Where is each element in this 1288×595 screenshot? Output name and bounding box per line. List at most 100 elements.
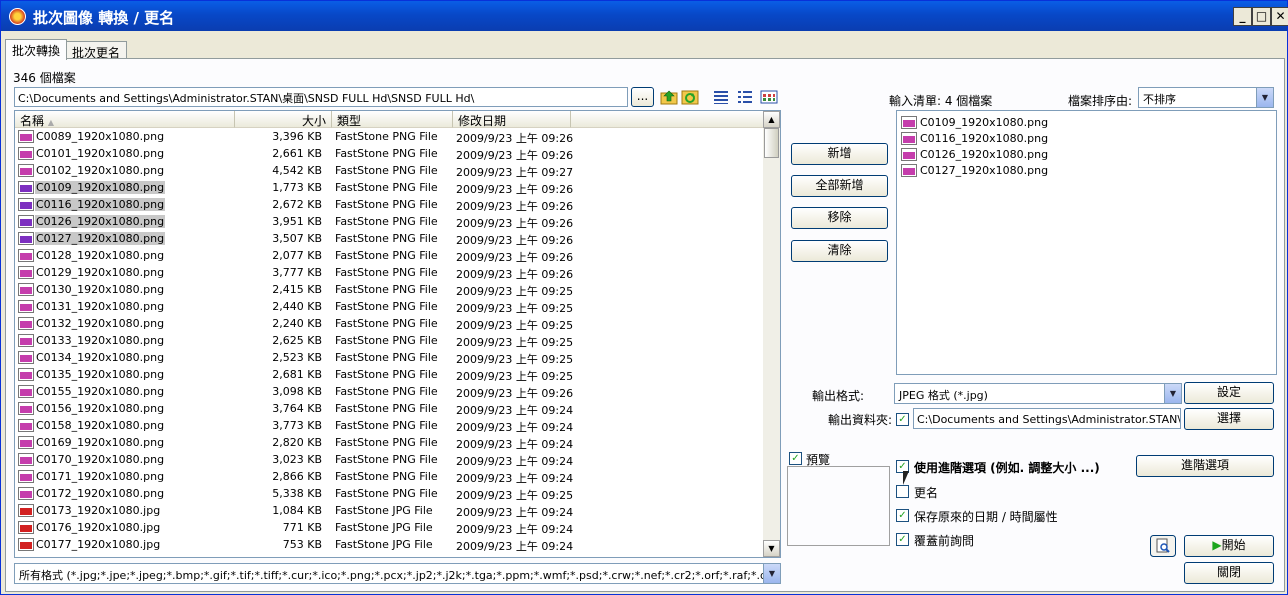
file-type: FastStone PNG File [335, 249, 438, 262]
png-file-icon [18, 181, 34, 194]
png-file-icon [18, 147, 34, 160]
tab-batch-rename[interactable]: 批次更名 [65, 41, 128, 60]
table-row[interactable]: C0173_1920x1080.jpg 1,084 KB FastStone JPG… [15, 502, 765, 519]
table-row[interactable]: C0169_1920x1080.png 2,820 KB FastStone PNG… [15, 434, 765, 451]
table-row[interactable]: C0127_1920x1080.png 3,507 KB FastStone PNG… [15, 230, 765, 247]
file-size: 3,507 KB [272, 232, 322, 245]
table-row[interactable]: C0158_1920x1080.png 3,773 KB FastStone PNG… [15, 417, 765, 434]
file-filter-combo[interactable]: 所有格式 (*.jpg;*.jpe;*.jpeg;*.bmp;*.gif;*.t… [14, 563, 781, 584]
table-row[interactable]: C0116_1920x1080.png 2,672 KB FastStone PNG… [15, 196, 765, 213]
png-file-icon [901, 132, 917, 145]
column-type-header[interactable]: 類型 [332, 111, 453, 128]
settings-button[interactable]: 設定 [1184, 382, 1274, 404]
file-size: 753 KB [282, 538, 322, 551]
png-file-icon [18, 266, 34, 279]
start-button[interactable]: ▶開始 [1184, 535, 1274, 557]
file-name: C0109_1920x1080.png [35, 181, 166, 194]
table-row[interactable]: C0109_1920x1080.png 1,773 KB FastStone PNG… [15, 179, 765, 196]
file-type: FastStone PNG File [335, 130, 438, 143]
scroll-down-icon[interactable]: ▼ [763, 540, 780, 557]
preview-search-icon[interactable] [1150, 535, 1176, 557]
png-file-icon [18, 385, 34, 398]
png-file-icon [901, 116, 917, 129]
title-bar: 批次圖像 轉換 / 更名 _ □ ✕ [1, 1, 1288, 31]
table-row[interactable]: C0128_1920x1080.png 2,077 KB FastStone PNG… [15, 247, 765, 264]
file-list[interactable]: 名稱 ▲ 大小 類型 修改日期 C0089_1920x1080.png 3,396… [14, 110, 781, 558]
table-row[interactable]: C0133_1920x1080.png 2,625 KB FastStone PNG… [15, 332, 765, 349]
file-name: C0158_1920x1080.png [36, 419, 165, 432]
chevron-down-icon[interactable]: ▼ [1164, 384, 1181, 403]
file-size: 2,077 KB [272, 249, 322, 262]
file-size: 3,773 KB [272, 419, 322, 432]
file-type: FastStone PNG File [335, 164, 438, 177]
table-row[interactable]: C0155_1920x1080.png 3,098 KB FastStone PNG… [15, 383, 765, 400]
chevron-down-icon[interactable]: ▼ [1256, 88, 1273, 107]
table-row[interactable]: C0135_1920x1080.png 2,681 KB FastStone PNG… [15, 366, 765, 383]
file-name: C0155_1920x1080.png [36, 385, 165, 398]
close-button[interactable]: 關閉 [1184, 562, 1274, 584]
remove-button[interactable]: 移除 [791, 207, 888, 229]
path-field[interactable]: C:\Documents and Settings\Administrator.… [14, 87, 628, 107]
clear-button[interactable]: 清除 [791, 240, 888, 262]
jpg-file-icon [18, 538, 34, 551]
file-size: 2,866 KB [272, 470, 322, 483]
ask-overwrite-checkbox[interactable]: ✓ [896, 533, 909, 546]
scroll-thumb[interactable] [764, 128, 779, 158]
column-date-header[interactable]: 修改日期 [453, 111, 571, 128]
folder-up-icon[interactable] [660, 88, 678, 106]
refresh-icon[interactable] [681, 88, 699, 106]
rename-checkbox[interactable] [896, 485, 909, 498]
png-file-icon [18, 453, 34, 466]
file-date: 2009/9/23 上午 09:25 [456, 319, 574, 332]
tab-batch-convert[interactable]: 批次轉換 [5, 39, 68, 60]
table-row[interactable]: C0177_1920x1080.jpg 753 KB FastStone JPG F… [15, 536, 765, 553]
add-all-button[interactable]: 全部新增 [791, 175, 888, 197]
table-row[interactable]: C0130_1920x1080.png 2,415 KB FastStone PNG… [15, 281, 765, 298]
table-row[interactable]: C0172_1920x1080.png 5,338 KB FastStone PNG… [15, 485, 765, 502]
minimize-button[interactable]: _ [1233, 7, 1252, 26]
table-row[interactable]: C0176_1920x1080.jpg 771 KB FastStone JPG F… [15, 519, 765, 536]
sort-label: 檔案排序由: [1068, 94, 1133, 108]
table-row[interactable]: C0129_1920x1080.png 3,777 KB FastStone PNG… [15, 264, 765, 281]
table-row[interactable]: C0170_1920x1080.png 3,023 KB FastStone PNG… [15, 451, 765, 468]
advanced-options-button[interactable]: 進階選項 [1136, 455, 1274, 477]
table-row[interactable]: C0102_1920x1080.png 4,542 KB FastStone PNG… [15, 162, 765, 179]
list-view-icon[interactable] [736, 88, 754, 106]
main-panel: 346 個檔案 C:\Documents and Settings\Admini… [5, 58, 1285, 592]
add-button[interactable]: 新增 [791, 143, 888, 165]
chevron-down-icon[interactable]: ▼ [763, 564, 780, 583]
batch-convert-window: 批次圖像 轉換 / 更名 _ □ ✕ 批次轉換 批次更名 346 個檔案 C:\… [0, 0, 1288, 595]
table-row[interactable]: C0089_1920x1080.png 3,396 KB FastStone PNG… [15, 128, 765, 145]
table-row[interactable]: C0171_1920x1080.png 2,866 KB FastStone PNG… [15, 468, 765, 485]
output-folder-field[interactable]: C:\Documents and Settings\Administrator.… [913, 408, 1181, 429]
close-window-button[interactable]: ✕ [1271, 7, 1288, 26]
png-file-icon [18, 215, 34, 228]
png-file-icon [18, 300, 34, 313]
choose-folder-button[interactable]: 選擇 [1184, 408, 1274, 430]
table-row[interactable]: C0131_1920x1080.png 2,440 KB FastStone PNG… [15, 298, 765, 315]
scroll-up-icon[interactable]: ▲ [763, 111, 780, 128]
table-row[interactable]: C0101_1920x1080.png 2,661 KB FastStone PNG… [15, 145, 765, 162]
browse-button[interactable]: ... [631, 87, 654, 107]
output-format-combo[interactable]: JPEG 格式 (*.jpg) ▼ [894, 383, 1182, 404]
table-row[interactable]: C0132_1920x1080.png 2,240 KB FastStone PNG… [15, 315, 765, 332]
file-size: 2,672 KB [272, 198, 322, 211]
details-view-icon[interactable] [712, 88, 730, 106]
table-row[interactable]: C0156_1920x1080.png 3,764 KB FastStone PNG… [15, 400, 765, 417]
window-title: 批次圖像 轉換 / 更名 [33, 9, 175, 27]
column-size-header[interactable]: 大小 [235, 111, 332, 128]
column-name-header[interactable]: 名稱 ▲ [15, 111, 235, 128]
output-folder-checkbox[interactable]: ✓ [896, 413, 909, 426]
keep-date-label: 保存原來的日期 / 時間屬性 [914, 510, 1058, 524]
table-row[interactable]: C0134_1920x1080.png 2,523 KB FastStone PNG… [15, 349, 765, 366]
keep-date-checkbox[interactable]: ✓ [896, 509, 909, 522]
table-row[interactable]: C0126_1920x1080.png 3,951 KB FastStone PNG… [15, 213, 765, 230]
file-date: 2009/9/23 上午 09:24 [456, 404, 574, 417]
input-file-list[interactable]: C0109_1920x1080.png C0116_1920x1080.png C0… [896, 110, 1277, 375]
file-list-scrollbar[interactable]: ▲ ▼ [763, 111, 780, 557]
thumbnail-view-icon[interactable] [760, 88, 778, 106]
preview-checkbox[interactable]: ✓ [789, 452, 802, 465]
file-date: 2009/9/23 上午 09:26 [456, 387, 574, 400]
maximize-icon[interactable]: □ [1252, 7, 1271, 26]
sort-combo[interactable]: 不排序 ▼ [1138, 87, 1274, 108]
